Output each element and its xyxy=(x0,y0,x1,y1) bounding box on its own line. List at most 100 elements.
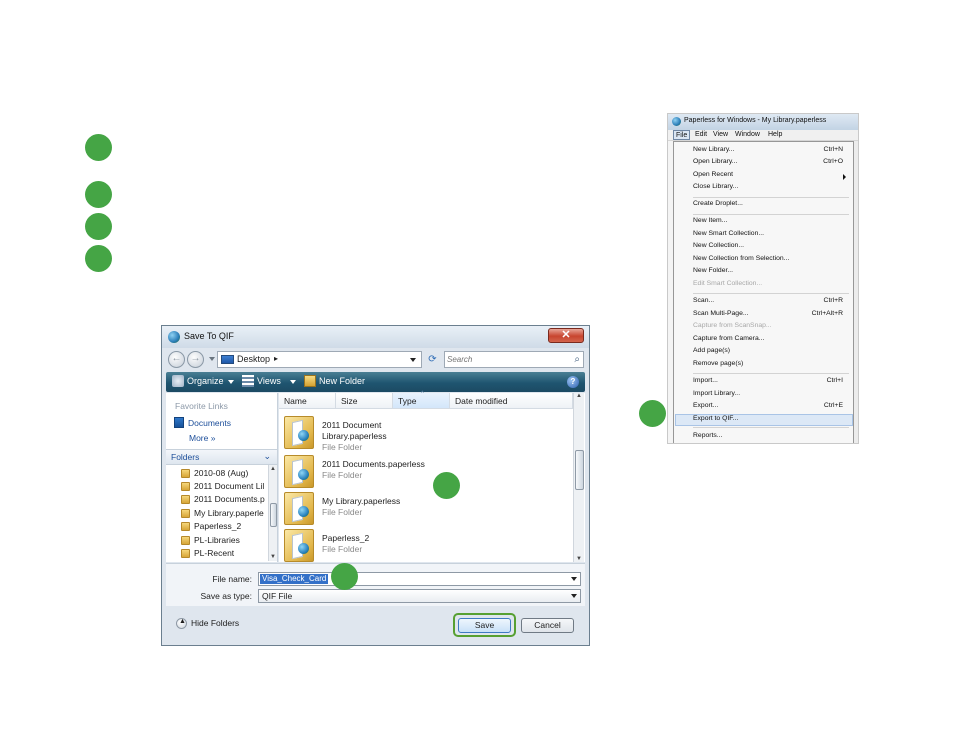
menu-item-open-recent[interactable]: Open Recent xyxy=(693,171,849,183)
menu-item-reports[interactable]: Reports... xyxy=(693,432,849,443)
save-type-select[interactable]: QIF File xyxy=(258,589,581,603)
file-name-field[interactable]: Visa_Check_Card xyxy=(258,572,581,586)
menu-item-edit-smart-collection: Edit Smart Collection... xyxy=(693,280,849,292)
menu-item-label: Scan Multi-Page... xyxy=(693,310,749,317)
column-header-date-modified[interactable]: Date modified xyxy=(450,393,573,409)
save-button[interactable]: Save xyxy=(458,618,511,633)
back-button[interactable]: ← xyxy=(168,351,185,368)
forward-icon: → xyxy=(190,353,201,364)
menubar-help[interactable]: Help xyxy=(768,131,782,138)
menu-item-new-collection[interactable]: New Collection... xyxy=(693,242,849,254)
menu-item-label: Export... xyxy=(693,402,719,409)
menu-item-create-droplet[interactable]: Create Droplet... xyxy=(693,200,849,212)
views-button[interactable]: Views xyxy=(257,376,281,386)
menu-item-new-collection-from-selection[interactable]: New Collection from Selection... xyxy=(693,255,849,267)
tree-item[interactable]: Paperless_2 xyxy=(181,521,267,534)
menu-item-new-folder[interactable]: New Folder... xyxy=(693,267,849,279)
address-bar[interactable]: Desktop ▸ xyxy=(217,351,422,368)
tree-item[interactable]: PL-Libraries xyxy=(181,535,267,548)
menu-item-remove-pages[interactable]: Remove page(s) xyxy=(693,360,849,372)
refresh-icon[interactable]: ⟳ xyxy=(424,351,441,368)
views-dropdown-icon[interactable] xyxy=(290,380,296,384)
help-icon[interactable]: ? xyxy=(567,376,579,388)
search-icon[interactable]: ⌕ xyxy=(574,354,580,365)
address-location: Desktop xyxy=(237,354,271,364)
cancel-button[interactable]: Cancel xyxy=(521,618,574,633)
more-label: More xyxy=(189,433,209,443)
close-button[interactable]: ✕ xyxy=(548,328,584,343)
tree-item[interactable]: 2011 Document Lil xyxy=(181,481,267,494)
file-row[interactable]: 2011 Documents.paperless File Folder xyxy=(282,453,570,491)
folder-icon xyxy=(181,536,190,545)
file-kind: File Folder xyxy=(322,470,363,480)
menu-item-shortcut: Ctrl+O xyxy=(823,158,843,165)
scroll-up-icon[interactable]: ▲ xyxy=(270,466,276,472)
new-folder-button[interactable]: New Folder xyxy=(319,376,365,386)
tree-item[interactable]: 2011 Documents.p xyxy=(181,494,267,507)
menu-item-label: New Library... xyxy=(693,146,735,153)
menu-item-add-pages[interactable]: Add page(s) xyxy=(693,347,849,359)
dropdown-arrow-icon[interactable] xyxy=(571,577,577,581)
file-name-value[interactable]: Visa_Check_Card xyxy=(260,574,329,584)
file-list-scrollbar[interactable]: ▲ ▼ xyxy=(573,393,584,562)
forward-button[interactable]: → xyxy=(187,351,204,368)
folders-header[interactable]: Folders ⌄ xyxy=(166,449,277,465)
recent-pages-dropdown-icon[interactable] xyxy=(209,357,215,361)
menu-separator xyxy=(693,427,849,428)
menu-item-label: Edit Smart Collection... xyxy=(693,280,763,287)
favorite-links-more[interactable]: More » xyxy=(189,433,215,443)
collapse-icon: ▲ xyxy=(176,618,187,629)
search-input[interactable] xyxy=(447,353,565,366)
menubar-view[interactable]: View xyxy=(713,131,728,138)
scroll-down-icon[interactable]: ▼ xyxy=(576,556,582,562)
menubar-window[interactable]: Window xyxy=(735,131,760,138)
search-box: ⌕ xyxy=(444,351,584,368)
menu-item-scan[interactable]: Scan... Ctrl+R xyxy=(693,297,849,309)
save-to-qif-dialog: Save To QIF ✕ ← → Desktop ▸ ⟳ ⌕ Organize… xyxy=(161,325,590,646)
expand-icon: ⌄ xyxy=(263,451,271,461)
dropdown-arrow-icon[interactable] xyxy=(571,594,577,598)
menubar-edit[interactable]: Edit xyxy=(695,131,707,138)
breadcrumb-arrow-icon[interactable]: ▸ xyxy=(274,354,278,363)
menu-item-shortcut: Ctrl+R xyxy=(823,297,843,304)
organize-dropdown-icon[interactable] xyxy=(228,380,234,384)
file-row[interactable]: Paperless_2 File Folder xyxy=(282,527,570,565)
menu-item-export[interactable]: Export... Ctrl+E xyxy=(693,402,849,414)
tree-item[interactable]: 2010-08 (Aug) xyxy=(181,468,267,481)
menu-item-new-library[interactable]: New Library... Ctrl+N xyxy=(693,146,849,158)
menu-item-new-smart-collection[interactable]: New Smart Collection... xyxy=(693,230,849,242)
scroll-thumb[interactable] xyxy=(575,450,584,490)
file-row[interactable]: 2011 Document Library.paperless File Fol… xyxy=(282,414,570,452)
scroll-down-icon[interactable]: ▼ xyxy=(270,554,276,560)
menu-item-scan-multi-page[interactable]: Scan Multi-Page... Ctrl+Alt+R xyxy=(693,310,849,322)
menu-item-label: Scan... xyxy=(693,297,715,304)
menu-item-close-library[interactable]: Close Library... xyxy=(693,183,849,195)
scroll-up-icon[interactable]: ▲ xyxy=(576,393,582,399)
scroll-thumb[interactable] xyxy=(270,503,277,527)
menu-item-export-to-qif[interactable]: Export to QIF... xyxy=(675,414,853,426)
menu-item-import[interactable]: Import... Ctrl+I xyxy=(693,377,849,389)
folder-tree-scrollbar[interactable]: ▲ ▼ xyxy=(268,465,277,561)
menu-item-import-library[interactable]: Import Library... xyxy=(693,390,849,402)
menu-item-capture-from-camera[interactable]: Capture from Camera... xyxy=(693,335,849,347)
save-type-value: QIF File xyxy=(262,591,293,601)
save-options-area: File name: Visa_Check_Card Save as type:… xyxy=(166,563,585,606)
column-header-name[interactable]: Name xyxy=(279,393,336,409)
file-row[interactable]: My Library.paperless File Folder xyxy=(282,490,570,528)
step-marker-2 xyxy=(85,181,112,208)
menu-item-label: Open Library... xyxy=(693,158,738,165)
menu-item-label: Close Library... xyxy=(693,183,739,190)
menu-window-title-bar: Paperless for Windows - My Library.paper… xyxy=(668,114,858,130)
tree-item[interactable]: PL-Recent xyxy=(181,548,267,561)
favorite-link-documents[interactable]: Documents xyxy=(188,418,231,428)
menubar-file[interactable]: File xyxy=(673,130,691,140)
app-globe-icon xyxy=(168,331,180,343)
tree-item[interactable]: My Library.paperle xyxy=(181,508,267,521)
menu-item-open-library[interactable]: Open Library... Ctrl+O xyxy=(693,158,849,170)
column-header-size[interactable]: Size xyxy=(336,393,393,409)
organize-button[interactable]: Organize xyxy=(187,376,224,386)
step-marker-export-to-qif xyxy=(639,400,666,427)
dropdown-arrow-icon[interactable] xyxy=(410,358,416,362)
menu-item-new-item[interactable]: New Item... xyxy=(693,217,849,229)
menu-item-label: Export to QIF... xyxy=(693,415,739,422)
